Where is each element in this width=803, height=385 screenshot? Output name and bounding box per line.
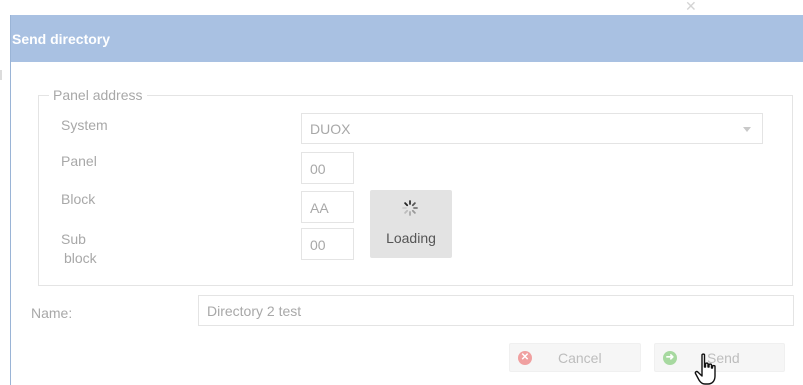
subblock-field-value: 00 xyxy=(310,237,326,253)
spinner-icon xyxy=(402,200,418,216)
dialog-title: Send directory xyxy=(12,31,111,47)
cancel-button-label: Cancel xyxy=(558,350,602,366)
send-icon: ➜ xyxy=(663,351,677,365)
system-select-value: DUOX xyxy=(310,121,351,137)
send-directory-dialog: Send directory Panel address System DUOX… xyxy=(10,15,803,385)
subblock-label-line2: block xyxy=(64,250,97,266)
system-label: System xyxy=(61,117,108,133)
block-field[interactable]: AA xyxy=(301,191,354,223)
chevron-down-icon xyxy=(743,127,751,132)
name-label: Name: xyxy=(31,305,73,321)
background-edge xyxy=(0,70,2,80)
subblock-field[interactable]: 00 xyxy=(301,228,354,260)
block-field-value: AA xyxy=(310,200,329,216)
loading-overlay: Loading xyxy=(370,190,452,258)
loading-text: Loading xyxy=(386,230,436,246)
panel-address-legend: Panel address xyxy=(49,87,147,103)
system-select[interactable]: DUOX xyxy=(301,113,763,144)
name-input[interactable] xyxy=(198,295,794,326)
block-label: Block xyxy=(61,191,96,207)
hand-cursor-icon xyxy=(694,353,716,385)
name-input-field[interactable] xyxy=(199,296,793,325)
screen: ✕ Send directory Panel address System DU… xyxy=(0,0,803,385)
cancel-icon: ✕ xyxy=(518,351,532,365)
dialog-titlebar[interactable]: Send directory xyxy=(11,15,803,62)
subblock-label-line1: Sub xyxy=(61,231,86,247)
background-close-icon: ✕ xyxy=(685,0,697,14)
panel-label: Panel xyxy=(61,153,97,169)
cancel-button[interactable]: ✕ Cancel xyxy=(509,343,641,372)
panel-field[interactable]: 00 xyxy=(301,152,354,184)
panel-field-value: 00 xyxy=(310,161,326,177)
